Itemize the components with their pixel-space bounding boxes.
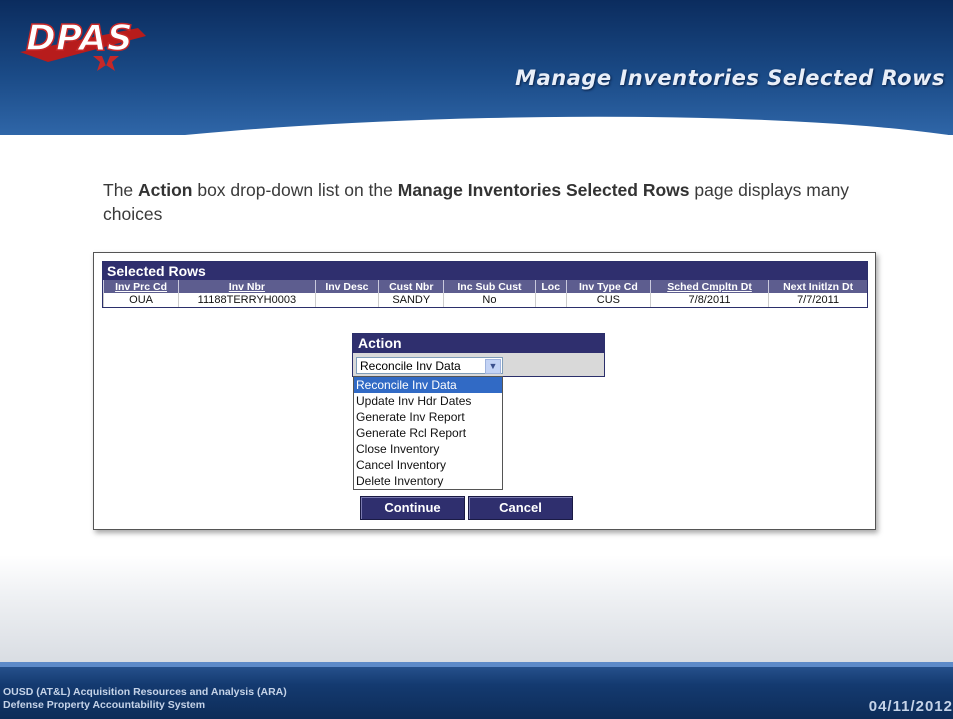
col-inv-prc-cd[interactable]: Inv Prc Cd — [102, 280, 179, 293]
col-inv-nbr[interactable]: Inv Nbr — [178, 280, 316, 293]
action-box: Action Reconcile Inv Data ▼ — [352, 333, 605, 377]
footer-stripe — [0, 662, 953, 667]
selected-rows-title: Selected Rows — [103, 262, 867, 280]
action-dropdown-list: Reconcile Inv Data Update Inv Hdr Dates … — [353, 376, 503, 490]
intro-part: The — [103, 180, 139, 200]
col-next-initlzn-dt: Next Initlzn Dt — [768, 280, 867, 293]
screenshot-panel: Selected Rows Inv Prc Cd Inv Nbr Inv Des… — [93, 252, 876, 530]
footer-line2: Defense Property Accountability System — [3, 699, 206, 711]
cell: CUS — [565, 293, 651, 307]
footer-date: 04/11/2012 — [868, 698, 953, 715]
table-header-row: Inv Prc Cd Inv Nbr Inv Desc Cust Nbr Inc… — [102, 280, 867, 293]
col-inv-type-cd: Inv Type Cd — [565, 280, 651, 293]
dpas-logo: DPAS — [20, 17, 146, 71]
cell: SANDY — [378, 293, 444, 307]
option-delete-inventory[interactable]: Delete Inventory — [354, 473, 502, 489]
cell: No — [443, 293, 536, 307]
col-sched-cmpltn-dt[interactable]: Sched Cmpltn Dt — [649, 280, 769, 293]
intro-bold-action: Action — [138, 180, 193, 200]
option-cancel-inventory[interactable]: Cancel Inventory — [354, 457, 502, 473]
cell: 7/8/2011 — [649, 293, 769, 307]
cell: 7/7/2011 — [768, 293, 867, 307]
option-generate-inv-report[interactable]: Generate Inv Report — [354, 409, 502, 425]
action-select[interactable]: Reconcile Inv Data ▼ — [356, 357, 503, 374]
col-loc: Loc — [534, 280, 567, 293]
footer-org: OUSD (AT&L) Acquisition Resources and An… — [3, 686, 287, 712]
cancel-button[interactable]: Cancel — [468, 496, 573, 520]
cell — [534, 293, 567, 307]
selected-rows-table: Inv Prc Cd Inv Nbr Inv Desc Cust Nbr Inc… — [102, 280, 867, 307]
slide-title: Manage Inventories Selected Rows — [515, 66, 945, 90]
table-row: OUA 11188TERRYH0003 SANDY No CUS 7/8/201… — [102, 293, 867, 307]
option-close-inventory[interactable]: Close Inventory — [354, 441, 502, 457]
cell — [314, 293, 379, 307]
col-inv-desc: Inv Desc — [314, 280, 379, 293]
footer-line1: OUSD (AT&L) Acquisition Resources and An… — [3, 686, 287, 698]
option-update-inv-hdr-dates[interactable]: Update Inv Hdr Dates — [354, 393, 502, 409]
selected-rows-section: Selected Rows Inv Prc Cd Inv Nbr Inv Des… — [102, 261, 868, 308]
option-generate-rcl-report[interactable]: Generate Rcl Report — [354, 425, 502, 441]
intro-bold-page: Manage Inventories Selected Rows — [397, 180, 690, 200]
intro-part: box drop-down list on the — [192, 180, 398, 200]
option-reconcile-inv-data[interactable]: Reconcile Inv Data — [354, 377, 502, 393]
header-curve — [0, 105, 953, 135]
col-cust-nbr: Cust Nbr — [378, 280, 444, 293]
chevron-down-icon[interactable]: ▼ — [485, 359, 501, 374]
slide-header: DPAS Manage Inventories Selected Rows — [0, 0, 953, 135]
intro-text: The Action box drop-down list on the Man… — [103, 178, 873, 226]
continue-button[interactable]: Continue — [360, 496, 465, 520]
action-select-value: Reconcile Inv Data — [360, 359, 461, 373]
cell: 11188TERRYH0003 — [178, 293, 316, 307]
svg-text:DPAS: DPAS — [26, 18, 133, 59]
background-band — [0, 555, 953, 662]
col-inc-sub-cust: Inc Sub Cust — [443, 280, 536, 293]
action-title: Action — [353, 334, 604, 353]
slide-footer: OUSD (AT&L) Acquisition Resources and An… — [0, 662, 953, 719]
cell: OUA — [102, 293, 179, 307]
